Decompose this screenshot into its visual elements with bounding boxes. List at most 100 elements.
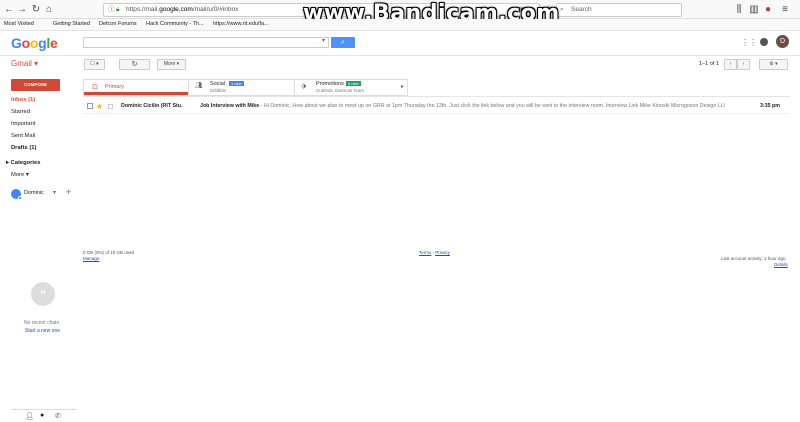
online-status-icon	[18, 196, 22, 200]
compose-button[interactable]: COMPOSE	[11, 79, 60, 91]
privacy-link[interactable]: Privacy	[435, 250, 450, 255]
last-activity: Last account activity: 1 hour ago	[721, 256, 786, 261]
forward-icon[interactable]: →	[16, 4, 28, 16]
info-icon[interactable]: ⓘ	[108, 4, 115, 16]
pagination-text: 1–1 of 1	[699, 61, 719, 67]
back-icon[interactable]: ←	[3, 4, 15, 16]
bookmark-most-visited[interactable]: Most Visited	[4, 19, 34, 30]
url-prefix: https://mail.	[126, 6, 160, 13]
email-snippet: - Hi Dominic, How about we plan to meet …	[259, 103, 725, 109]
email-subject-snippet: Job Interview with Mike - Hi Dominic, Ho…	[200, 101, 755, 112]
tab-primary[interactable]: ⊡ Primary	[84, 80, 188, 95]
nav-more[interactable]: More ▾	[11, 172, 29, 178]
logo-letter: o	[21, 35, 31, 51]
url-suffix: /mail/u/0/#inbox	[192, 6, 239, 13]
settings-button[interactable]: ⚙ ▾	[759, 59, 788, 70]
nav-categories[interactable]: ▸ Categories	[6, 160, 41, 166]
footer-links: Terms - Privacy	[419, 250, 450, 255]
tag-icon: ⬗	[301, 83, 307, 90]
tab-social[interactable]: 👥︎ Social 1 new Dribbble	[188, 80, 294, 95]
email-row[interactable]: ★ Dominic Cicilio (RIT Stu. Job Intervie…	[83, 101, 790, 112]
start-chat-link[interactable]: Start a new one	[25, 328, 60, 334]
manage-storage-link[interactable]: Manage	[83, 256, 99, 261]
nav-inbox[interactable]: Inbox (1)	[11, 97, 35, 103]
gmail-menu[interactable]: Gmail ▾	[11, 59, 38, 68]
sidebar-icon[interactable]: ▥	[748, 4, 760, 16]
inbox-tray-icon: ⊡	[92, 84, 98, 91]
logo-letter: e	[49, 35, 58, 51]
email-sender: Dominic Cicilio (RIT Stu.	[121, 103, 183, 109]
bookmark-rit[interactable]: https://www.rit.edu/fa...	[213, 19, 269, 30]
details-link[interactable]: Details	[774, 262, 788, 267]
chevron-left-icon: ‹	[729, 61, 732, 67]
chevron-right-icon: ›	[742, 61, 745, 67]
bookmarks-toolbar: Most Visited Getting Started Defcon Foru…	[0, 19, 800, 31]
tab-social-label: Social	[210, 81, 225, 87]
bookmark-hack-community[interactable]: Hack Community - Th...	[146, 19, 204, 30]
tab-promotions-subtitle: Grubhub, Evernote Team	[316, 88, 364, 93]
bookmark-defcon-forums[interactable]: Defcon Forums	[99, 19, 137, 30]
magnifier-icon: ⌕	[560, 6, 564, 13]
prev-page-button[interactable]: ‹	[724, 59, 737, 70]
home-icon[interactable]: ⌂	[43, 4, 55, 16]
tab-promotions-label: Promotions	[316, 81, 344, 87]
promotions-new-badge: 6 new	[346, 81, 361, 86]
email-subject: Job Interview with Mike	[200, 103, 260, 109]
nav-important[interactable]: Important	[11, 121, 36, 127]
apps-grid-icon[interactable]: ⋮⋮	[741, 38, 757, 47]
social-new-badge: 1 new	[229, 81, 244, 86]
no-chats-text: No recent chats	[24, 320, 60, 326]
phone-icon[interactable]: ✆	[55, 412, 61, 420]
search-options-icon[interactable]: ▾	[322, 37, 325, 44]
terms-link[interactable]: Terms	[419, 250, 431, 255]
chat-user-dropdown-icon[interactable]: ▾	[53, 189, 56, 196]
select-checkbox-button[interactable]: ☐ ▾	[84, 59, 105, 70]
search-icon: ⌕	[341, 39, 345, 46]
gear-icon: ⚙ ▾	[769, 61, 778, 67]
importance-marker-icon[interactable]	[108, 104, 113, 109]
storage-usage: 0 GB (0%) of 15 GB used	[83, 250, 135, 255]
avatar[interactable]: D	[776, 35, 789, 48]
nav-drafts[interactable]: Drafts (1)	[11, 145, 36, 151]
header-divider	[0, 55, 800, 56]
email-checkbox[interactable]	[87, 103, 93, 109]
tab-primary-label: Primary	[105, 84, 124, 90]
menu-icon[interactable]: ≡	[779, 4, 791, 16]
gmail-search-button[interactable]: ⌕	[331, 37, 355, 48]
refresh-button[interactable]: ↻	[119, 59, 150, 70]
library-icon[interactable]: ⫼	[733, 4, 745, 16]
browser-search-input[interactable]: ⌕ Search	[556, 3, 682, 17]
email-time: 3:35 pm	[759, 103, 780, 109]
chat-footer: 👤︎ ● ✆	[11, 409, 77, 422]
categories-label: Categories	[10, 160, 41, 166]
add-tab-icon[interactable]: ▸	[401, 83, 404, 90]
people-icon: 👥︎	[195, 83, 203, 89]
person-icon[interactable]: 👤︎	[25, 412, 34, 420]
logo-letter: o	[29, 35, 39, 51]
google-logo[interactable]: Google	[11, 35, 58, 51]
hangouts-icon[interactable]: ●	[40, 412, 44, 419]
refresh-icon: ↻	[131, 61, 138, 68]
bookmark-getting-started[interactable]: Getting Started	[53, 19, 90, 30]
reload-icon[interactable]: ↻	[30, 4, 42, 16]
logo-letter: G	[11, 35, 22, 51]
nav-sent-mail[interactable]: Sent Mail	[11, 133, 35, 139]
gmail-search-input[interactable]: ▾	[83, 37, 329, 48]
star-icon[interactable]: ★	[96, 101, 103, 112]
browser-search-placeholder: Search	[571, 6, 592, 13]
list-divider	[83, 96, 790, 97]
row-divider	[83, 113, 790, 114]
lock-icon: 🔒︎	[116, 6, 120, 13]
inbox-tabs: ⊡ Primary 👥︎ Social 1 new Dribbble ⬗ Pro…	[83, 79, 408, 96]
next-page-button[interactable]: ›	[737, 59, 750, 70]
more-actions-button[interactable]: More ▾	[157, 59, 186, 70]
url-domain: google.com	[159, 6, 193, 13]
tab-social-subtitle: Dribbble	[210, 88, 227, 93]
notifications-bell-icon[interactable]	[760, 38, 768, 46]
chat-user-name[interactable]: Dominic	[24, 190, 44, 196]
nav-starred[interactable]: Starred	[11, 109, 30, 115]
chat-bubble-icon: "	[31, 282, 55, 306]
notifications-icon[interactable]: ●	[762, 4, 774, 16]
add-chat-icon[interactable]: +	[66, 187, 71, 197]
tab-promotions[interactable]: ⬗ Promotions 6 new Grubhub, Evernote Tea…	[294, 80, 400, 95]
